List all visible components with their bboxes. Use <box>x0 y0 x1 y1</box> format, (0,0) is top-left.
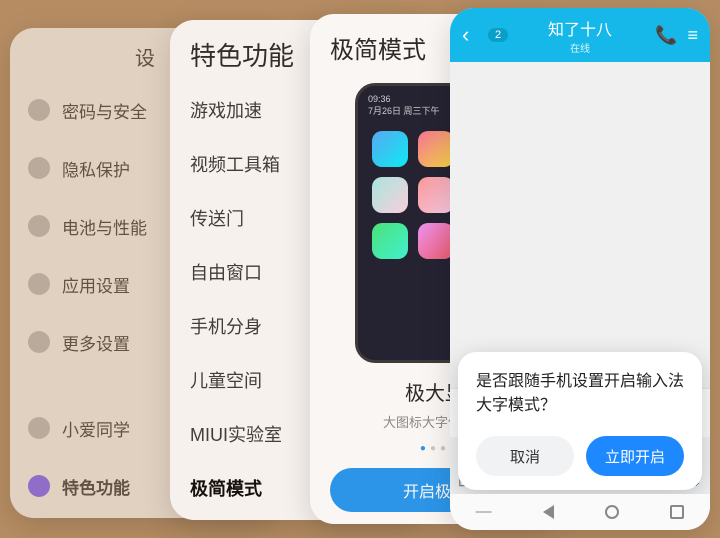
preview-app-icon <box>372 223 408 259</box>
features-icon <box>28 475 50 497</box>
nav-back-icon[interactable]: — <box>476 503 492 521</box>
back-icon[interactable]: ‹ <box>462 22 486 48</box>
ime-large-font-dialog: 是否跟随手机设置开启输入法大字模式？ 取消 立即开启 <box>458 352 702 490</box>
menu-icon[interactable]: ≡ <box>687 25 698 46</box>
unread-badge: 2 <box>488 28 508 42</box>
nav-home-icon[interactable] <box>605 505 619 519</box>
preview-app-icon <box>372 131 408 167</box>
preview-app-icon <box>372 177 408 213</box>
dialog-message: 是否跟随手机设置开启输入法大字模式？ <box>476 370 684 418</box>
preview-app-icon <box>418 223 454 259</box>
battery-icon <box>28 215 50 237</box>
chat-messages[interactable] <box>450 62 710 388</box>
chat-screen: ‹ 2 知了十八 在线 📞 ≡ ◉ 发送 🖼 📷 🔥 🎤 🎮 ⊕ ⊞ ☺ ⊙ ✿… <box>450 8 710 530</box>
apps-icon <box>28 273 50 295</box>
confirm-button[interactable]: 立即开启 <box>586 436 684 476</box>
chat-header: ‹ 2 知了十八 在线 📞 ≡ <box>450 8 710 62</box>
shield-icon <box>28 99 50 121</box>
nav-back-triangle-icon[interactable] <box>543 505 554 519</box>
call-icon[interactable]: 📞 <box>655 25 677 46</box>
preview-app-icon <box>418 177 454 213</box>
more-icon <box>28 331 50 353</box>
privacy-icon <box>28 157 50 179</box>
preview-app-icon <box>418 131 454 167</box>
android-navbar: — <box>450 494 710 530</box>
assistant-icon <box>28 417 50 439</box>
cancel-button[interactable]: 取消 <box>476 436 574 476</box>
nav-recents-icon[interactable] <box>670 505 684 519</box>
